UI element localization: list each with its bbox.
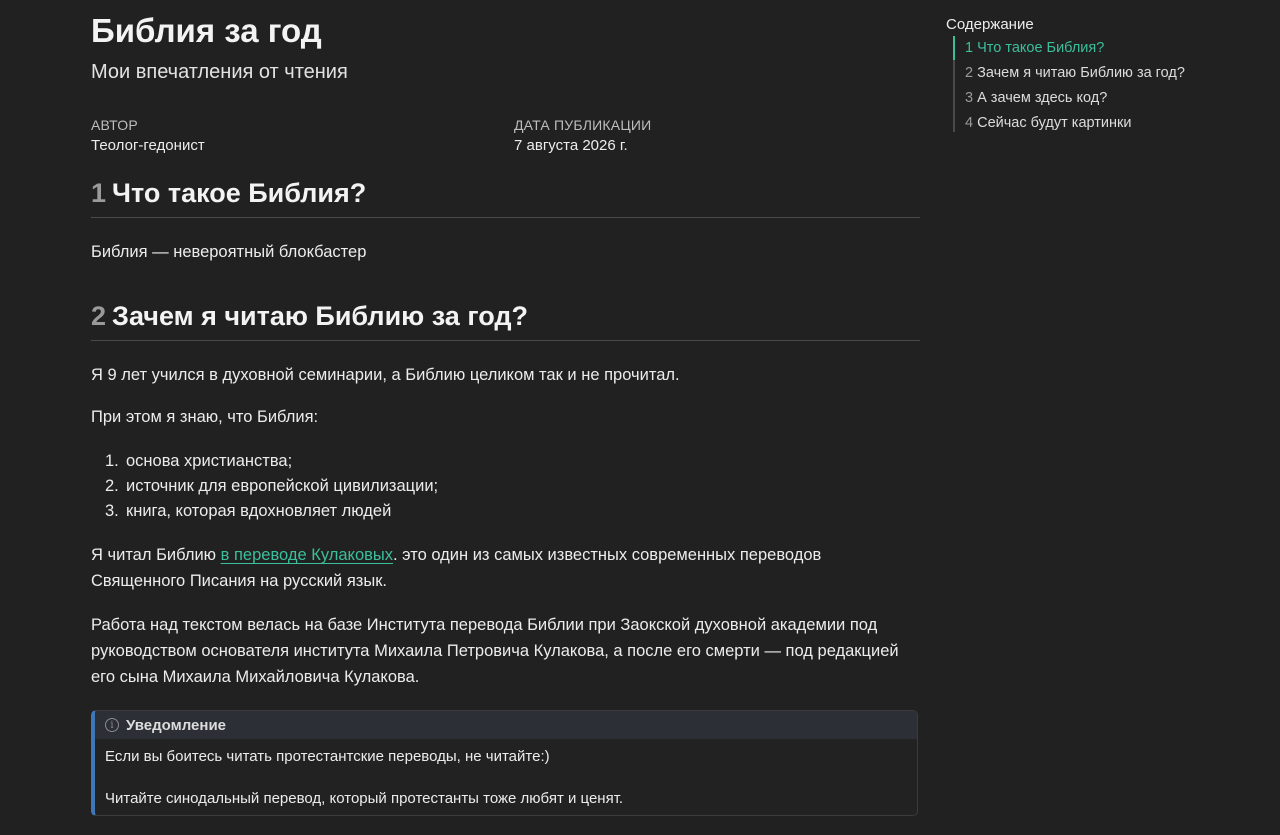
paragraph-translation-start: Я читал Библию: [91, 546, 221, 564]
section-1-number: 1: [91, 178, 107, 208]
info-icon: i: [105, 718, 119, 732]
paragraph-institute: Работа над текстом велась на базе Инстит…: [91, 616, 899, 686]
list-item-text: основа христианства;: [126, 452, 293, 470]
section-2-heading: 2 Зачем я читаю Библию за год?: [91, 301, 920, 341]
toc-item-pictures[interactable]: 4 Сейчас будут картинки: [965, 114, 1186, 132]
section-2-number: 2: [91, 301, 107, 331]
section-1-title: Что такое Библия?: [112, 178, 367, 208]
page-subtitle: Мои впечатления от чтения: [91, 61, 348, 83]
list-item: 3. книга, которая вдохновляет людей: [91, 499, 438, 524]
toc-item-what-is-bible[interactable]: 1 Что такое Библия?: [953, 36, 1186, 60]
toc-item-number: 1: [965, 40, 974, 56]
list-item-text: источник для европейской цивилизации;: [126, 477, 439, 495]
list-item: 1. основа христианства;: [91, 449, 438, 474]
toc-item-why-code[interactable]: 3 А зачем здесь код?: [965, 89, 1186, 107]
paragraph-seminary: Я 9 лет учился в духовной семинарии, а Б…: [91, 366, 680, 384]
callout-line-1: Если вы боитесь читать протестантские пе…: [105, 748, 550, 765]
section-1-heading: 1 Что такое Библия?: [91, 178, 920, 218]
toc-item-label: Сейчас будут картинки: [977, 115, 1132, 131]
paragraph-translation: Я читал Библию в переводе Кулаковых. это…: [91, 542, 920, 594]
bible-facts-list: 1. основа христианства; 2. источник для ев…: [91, 449, 438, 524]
toc-item-why-read[interactable]: 2 Зачем я читаю Библию за год?: [965, 64, 1186, 82]
callout-line-2: Читайте синодальный перевод, который про…: [105, 790, 624, 807]
list-item-text: книга, которая вдохновляет людей: [126, 502, 392, 520]
list-item: 2. источник для европейской цивилизации;: [91, 474, 438, 499]
section-1-text: Библия — невероятный блокбастер: [91, 243, 367, 261]
page-title: Библия за год: [91, 12, 322, 49]
list-item-number: 3.: [105, 502, 119, 520]
toc-item-label: Зачем я читаю Библию за год?: [977, 65, 1185, 81]
toc-item-label: Что такое Библия?: [977, 40, 1105, 56]
toc-list: 1 Что такое Библия? 2 Зачем я читаю Библ…: [953, 36, 1186, 132]
author-label: АВТОР: [91, 117, 138, 133]
date-value: 7 августа 2026 г.: [514, 137, 628, 154]
toc-item-number: 4: [965, 115, 974, 131]
table-of-contents: Содержание 1 Что такое Библия? 2 Зачем я…: [946, 16, 1186, 139]
callout-title: Уведомление: [126, 716, 227, 734]
paragraph-bible-is: При этом я знаю, что Библия:: [91, 408, 319, 426]
date-label: ДАТА ПУБЛИКАЦИИ: [514, 117, 652, 133]
section-2-title: Зачем я читаю Библию за год?: [112, 301, 528, 331]
toc-item-number: 3: [965, 90, 974, 106]
toc-title: Содержание: [946, 16, 1034, 33]
toc-item-number: 2: [965, 65, 974, 81]
callout-header: i Уведомление: [95, 711, 917, 739]
list-item-number: 1.: [105, 452, 119, 470]
kulakov-translation-link[interactable]: в переводе Кулаковых: [221, 546, 393, 564]
list-item-number: 2.: [105, 477, 119, 495]
author-value: Теолог-гедонист: [91, 137, 205, 154]
notice-callout: i Уведомление Если вы боитесь читать про…: [91, 710, 918, 816]
toc-item-label: А зачем здесь код?: [977, 90, 1108, 106]
